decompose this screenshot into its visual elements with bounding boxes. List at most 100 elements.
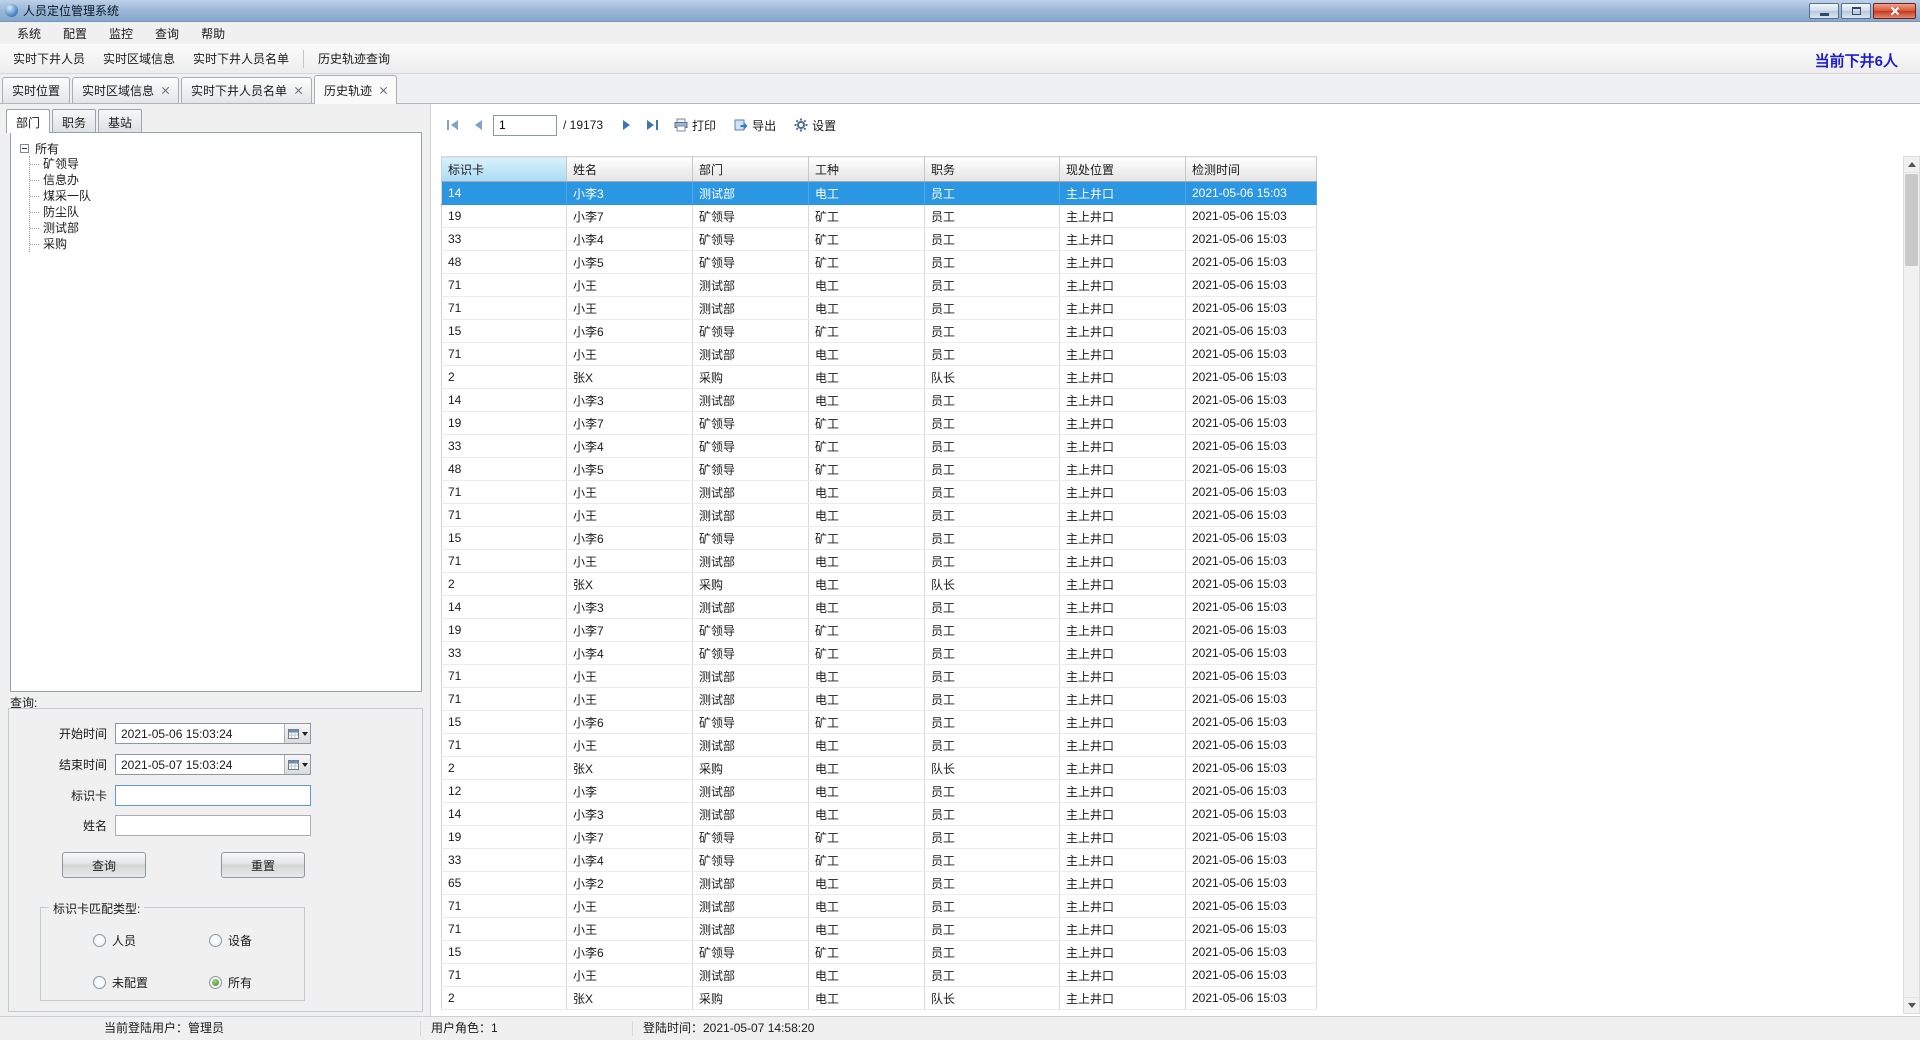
tree-item[interactable]: 煤采一队 — [30, 188, 416, 204]
left-panel-tab[interactable]: 职务 — [52, 109, 96, 132]
table-row[interactable]: 33小李4矿领导矿工员工主上井口2021-05-06 15:03 — [442, 642, 1317, 665]
tree-root[interactable]: 所有 — [16, 140, 416, 156]
table-row[interactable]: 71小王测试部电工员工主上井口2021-05-06 15:03 — [442, 297, 1317, 320]
table-row[interactable]: 65小李2测试部电工员工主上井口2021-05-06 15:03 — [442, 872, 1317, 895]
reset-button[interactable]: 重置 — [221, 852, 305, 878]
radio-option[interactable]: 所有 — [209, 974, 252, 990]
last-page-button[interactable] — [641, 114, 663, 136]
minimize-button[interactable] — [1809, 3, 1839, 19]
table-cell: 电工 — [809, 573, 925, 596]
table-row[interactable]: 48小李5矿领导矿工员工主上井口2021-05-06 15:03 — [442, 251, 1317, 274]
table-row[interactable]: 12小李测试部电工员工主上井口2021-05-06 15:03 — [442, 780, 1317, 803]
tab-item[interactable]: 实时位置 — [2, 77, 70, 103]
tree-item[interactable]: 矿领导 — [30, 156, 416, 172]
first-page-button[interactable] — [441, 114, 463, 136]
tab-close-icon[interactable] — [294, 87, 302, 95]
tab-close-icon[interactable] — [161, 87, 169, 95]
tree-collapse-icon[interactable] — [20, 144, 29, 153]
scroll-up-button[interactable] — [1904, 157, 1919, 173]
scroll-down-button[interactable] — [1904, 997, 1919, 1013]
table-row[interactable]: 33小李4矿领导矿工员工主上井口2021-05-06 15:03 — [442, 435, 1317, 458]
radio-option[interactable]: 设备 — [209, 932, 252, 948]
table-row[interactable]: 2张X采购电工队长主上井口2021-05-06 15:03 — [442, 573, 1317, 596]
table-row[interactable]: 2张X采购电工队长主上井口2021-05-06 15:03 — [442, 757, 1317, 780]
tree-item[interactable]: 测试部 — [30, 220, 416, 236]
name-input[interactable] — [115, 815, 311, 836]
table-row[interactable]: 15小李6矿领导矿工员工主上井口2021-05-06 15:03 — [442, 711, 1317, 734]
start-time-dropdown-button[interactable] — [284, 724, 310, 743]
table-row[interactable]: 19小李7矿领导矿工员工主上井口2021-05-06 15:03 — [442, 619, 1317, 642]
card-id-input[interactable] — [115, 785, 311, 806]
close-button[interactable] — [1873, 3, 1916, 19]
end-time-input[interactable]: 2021-05-07 15:03:24 — [115, 754, 311, 775]
column-header[interactable]: 姓名 — [567, 157, 693, 182]
menu-item[interactable]: 监控 — [98, 22, 144, 45]
table-row[interactable]: 71小王测试部电工员工主上井口2021-05-06 15:03 — [442, 481, 1317, 504]
settings-button[interactable]: 设置 — [787, 114, 843, 137]
page-number-input[interactable] — [493, 115, 557, 136]
table-row[interactable]: 14小李3测试部电工员工主上井口2021-05-06 15:03 — [442, 389, 1317, 412]
toolbar-button[interactable]: 实时下井人员 — [4, 44, 94, 73]
table-row[interactable]: 71小王测试部电工员工主上井口2021-05-06 15:03 — [442, 274, 1317, 297]
table-row[interactable]: 71小王测试部电工员工主上井口2021-05-06 15:03 — [442, 550, 1317, 573]
tree-item[interactable]: 信息办 — [30, 172, 416, 188]
export-button[interactable]: 导出 — [727, 114, 783, 137]
table-row[interactable]: 15小李6矿领导矿工员工主上井口2021-05-06 15:03 — [442, 941, 1317, 964]
table-row[interactable]: 71小王测试部电工员工主上井口2021-05-06 15:03 — [442, 504, 1317, 527]
left-panel-tab[interactable]: 基站 — [98, 109, 142, 132]
print-button[interactable]: 打印 — [667, 114, 723, 137]
column-header[interactable]: 检测时间 — [1186, 157, 1317, 182]
table-row[interactable]: 15小李6矿领导矿工员工主上井口2021-05-06 15:03 — [442, 527, 1317, 550]
next-page-button[interactable] — [615, 114, 637, 136]
table-row[interactable]: 33小李4矿领导矿工员工主上井口2021-05-06 15:03 — [442, 228, 1317, 251]
menu-item[interactable]: 配置 — [52, 22, 98, 45]
menu-item[interactable]: 帮助 — [190, 22, 236, 45]
end-time-dropdown-button[interactable] — [284, 755, 310, 774]
table-row[interactable]: 71小王测试部电工员工主上井口2021-05-06 15:03 — [442, 665, 1317, 688]
menu-item[interactable]: 系统 — [6, 22, 52, 45]
toolbar-button[interactable]: 实时区域信息 — [94, 44, 184, 73]
table-row[interactable]: 71小王测试部电工员工主上井口2021-05-06 15:03 — [442, 964, 1317, 987]
table-row[interactable]: 14小李3测试部电工员工主上井口2021-05-06 15:03 — [442, 596, 1317, 619]
column-header[interactable]: 职务 — [925, 157, 1060, 182]
radio-option[interactable]: 未配置 — [93, 974, 148, 990]
table-row[interactable]: 19小李7矿领导矿工员工主上井口2021-05-06 15:03 — [442, 205, 1317, 228]
maximize-button[interactable] — [1841, 3, 1871, 19]
menu-item[interactable]: 查询 — [144, 22, 190, 45]
scrollbar-thumb[interactable] — [1905, 174, 1918, 266]
table-row[interactable]: 71小王测试部电工员工主上井口2021-05-06 15:03 — [442, 918, 1317, 941]
left-panel-tab[interactable]: 部门 — [6, 109, 50, 133]
table-row[interactable]: 14小李3测试部电工员工主上井口2021-05-06 15:03 — [442, 803, 1317, 826]
table-row[interactable]: 14小李3测试部电工员工主上井口2021-05-06 15:03 — [442, 182, 1317, 205]
start-time-input[interactable]: 2021-05-06 15:03:24 — [115, 723, 311, 744]
tree-item[interactable]: 采购 — [30, 236, 416, 252]
table-row[interactable]: 33小李4矿领导矿工员工主上井口2021-05-06 15:03 — [442, 849, 1317, 872]
vertical-scrollbar[interactable] — [1903, 156, 1920, 1014]
table-row[interactable]: 2张X采购电工队长主上井口2021-05-06 15:03 — [442, 366, 1317, 389]
table-row[interactable]: 19小李7矿领导矿工员工主上井口2021-05-06 15:03 — [442, 826, 1317, 849]
table-row[interactable]: 71小王测试部电工员工主上井口2021-05-06 15:03 — [442, 734, 1317, 757]
tab-item[interactable]: 历史轨迹 — [314, 75, 397, 104]
column-header[interactable]: 工种 — [809, 157, 925, 182]
table-row[interactable]: 2张X采购电工队长主上井口2021-05-06 15:03 — [442, 987, 1317, 1010]
table-cell: 测试部 — [693, 297, 809, 320]
table-row[interactable]: 71小王测试部电工员工主上井口2021-05-06 15:03 — [442, 343, 1317, 366]
previous-page-button[interactable] — [467, 114, 489, 136]
table-row[interactable]: 48小李5矿领导矿工员工主上井口2021-05-06 15:03 — [442, 458, 1317, 481]
table-cell: 2021-05-06 15:03 — [1186, 826, 1317, 849]
toolbar-button[interactable]: 实时下井人员名单 — [184, 44, 298, 73]
column-header[interactable]: 部门 — [693, 157, 809, 182]
column-header[interactable]: 现处位置 — [1060, 157, 1186, 182]
search-button[interactable]: 查询 — [62, 852, 146, 878]
tree-item[interactable]: 防尘队 — [30, 204, 416, 220]
table-row[interactable]: 71小王测试部电工员工主上井口2021-05-06 15:03 — [442, 688, 1317, 711]
table-row[interactable]: 19小李7矿领导矿工员工主上井口2021-05-06 15:03 — [442, 412, 1317, 435]
tab-item[interactable]: 实时下井人员名单 — [181, 77, 312, 103]
tab-item[interactable]: 实时区域信息 — [72, 77, 179, 103]
table-row[interactable]: 71小王测试部电工员工主上井口2021-05-06 15:03 — [442, 895, 1317, 918]
table-row[interactable]: 15小李6矿领导矿工员工主上井口2021-05-06 15:03 — [442, 320, 1317, 343]
radio-option[interactable]: 人员 — [93, 932, 136, 948]
toolbar-button[interactable]: 历史轨迹查询 — [309, 44, 399, 73]
column-header[interactable]: 标识卡 — [442, 157, 567, 182]
tab-close-icon[interactable] — [379, 86, 387, 94]
